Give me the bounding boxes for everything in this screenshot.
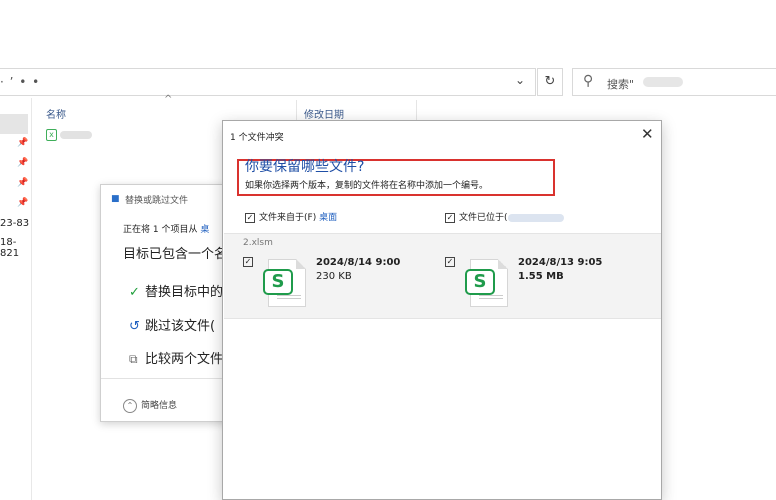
dialog-subtext: 如果你选择两个版本，复制的文件将在名称中添加一个编号。 — [245, 181, 489, 191]
compare-option-label: 比较两个文件 — [145, 352, 224, 367]
replace-option-label: 替换目标中的 — [145, 285, 224, 300]
search-placeholder: 搜索" — [607, 78, 635, 91]
checkmark-icon: ✓ — [129, 285, 140, 300]
address-text: · ’ • • — [0, 75, 41, 89]
redacted-destination — [507, 213, 564, 222]
pin-icon: 📌 — [17, 158, 29, 168]
divider — [101, 378, 239, 379]
skip-arrow-icon: ↺ — [129, 319, 140, 334]
progress-text: 正在将 1 个项目从 桌 — [123, 222, 209, 235]
file-conflict-dialog: 1 个文件冲突 ✕ 你要保留哪些文件? 如果你选择两个版本，复制的文件将在名称中… — [222, 120, 662, 500]
checkbox-checked-icon: ✓ — [445, 212, 455, 223]
address-bar[interactable]: · ’ • • ⌄ — [0, 68, 536, 96]
column-divider — [296, 100, 297, 122]
nav-item-selected[interactable] — [0, 114, 28, 134]
checkbox-checked-icon: ✓ — [245, 212, 255, 223]
nav-item[interactable]: 18-821 — [0, 237, 31, 259]
replace-skip-dialog: ■ 替换或跳过文件 正在将 1 个项目从 桌 目标已包含一个名 ✓ 替换目标中的 … — [100, 184, 240, 422]
dialog-heading: 你要保留哪些文件? — [245, 159, 365, 175]
pin-icon: 📌 — [17, 198, 29, 208]
destination-file-date: 2024/8/13 9:05 — [518, 257, 603, 268]
search-input[interactable]: ⚲ 搜索" — [572, 68, 776, 96]
pin-icon: 📌 — [17, 138, 29, 148]
select-destination-files-checkbox[interactable]: ✓ 文件已位于( — [445, 210, 564, 223]
wps-spreadsheet-logo: S — [465, 269, 495, 295]
redacted-filename — [60, 131, 92, 139]
pin-icon: 📌 — [17, 178, 29, 188]
conflict-filename: 2.xlsm — [243, 238, 273, 248]
source-folder-link[interactable]: 桌面 — [319, 213, 337, 223]
source-file-checkbox[interactable]: ✓ — [243, 257, 253, 267]
destination-file-checkbox[interactable]: ✓ — [445, 257, 455, 267]
dialog-title: 1 个文件冲突 — [230, 133, 284, 143]
close-button[interactable]: ✕ — [641, 125, 654, 143]
column-header-date[interactable]: 修改日期 — [304, 106, 344, 121]
destination-label: 文件已位于( — [459, 213, 508, 223]
source-link[interactable]: 桌 — [200, 225, 209, 235]
source-file-date: 2024/8/14 9:00 — [316, 257, 401, 268]
address-row: · ’ • • ⌄ ↻ ⚲ 搜索" — [0, 68, 776, 98]
less-details-label: 简略信息 — [141, 401, 178, 411]
chevron-down-icon[interactable]: ⌄ — [515, 73, 525, 87]
column-header-name[interactable]: 名称 — [46, 106, 66, 121]
navigation-pane: 📌 📌 📌 📌 23-83 18-821 — [0, 98, 32, 500]
skip-option[interactable]: ↺ 跳过该文件( — [129, 315, 215, 334]
sort-arrow-icon: ^ — [164, 94, 173, 105]
select-source-files-checkbox[interactable]: ✓ 文件来自于(F) 桌面 — [245, 210, 337, 223]
search-icon: ⚲ — [583, 73, 594, 89]
skip-option-label: 跳过该文件( — [145, 319, 216, 334]
replace-option[interactable]: ✓ 替换目标中的 — [129, 281, 223, 300]
source-label: 文件来自于(F) — [259, 213, 320, 223]
source-file-size: 230 KB — [316, 271, 352, 282]
nav-item[interactable]: 23-83 — [0, 218, 29, 229]
redacted-area — [643, 77, 683, 87]
column-divider — [416, 100, 417, 122]
less-details-button[interactable]: ⌃ 简略信息 — [123, 398, 177, 413]
dialog-title: 替换或跳过文件 — [125, 196, 189, 206]
chevron-up-icon: ⌃ — [123, 399, 137, 413]
copy-icon: ■ — [111, 194, 120, 204]
spreadsheet-file-icon[interactable]: x — [46, 129, 57, 141]
conflict-message: 目标已包含一个名 — [123, 247, 228, 262]
destination-file-size: 1.55 MB — [518, 271, 564, 282]
progress-text-prefix: 正在将 1 个项目从 — [123, 225, 201, 235]
compare-option[interactable]: ⧉ 比较两个文件 — [129, 348, 223, 367]
refresh-icon[interactable]: ↻ — [537, 68, 563, 96]
wps-spreadsheet-logo: S — [263, 269, 293, 295]
spreadsheet-file-icon[interactable]: S — [465, 259, 508, 307]
spreadsheet-file-icon[interactable]: S — [263, 259, 306, 307]
compare-files-icon: ⧉ — [129, 352, 138, 366]
